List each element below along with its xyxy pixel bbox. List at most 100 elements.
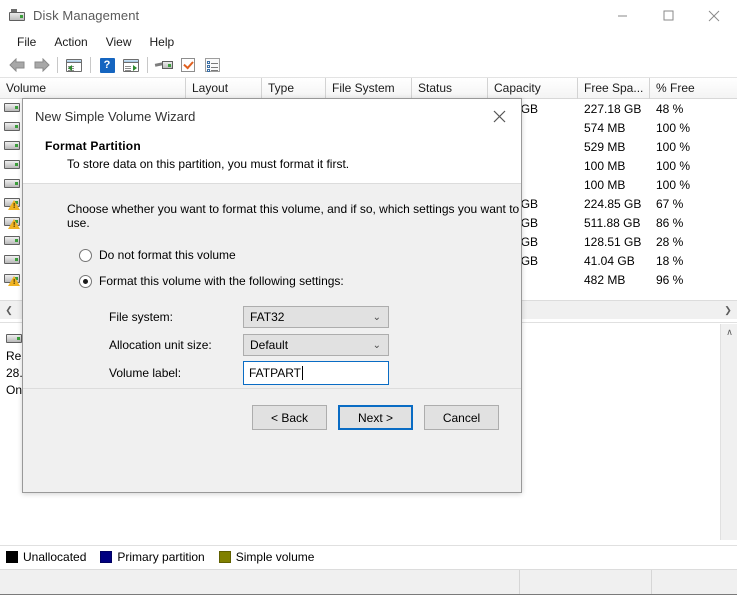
dialog-body: Choose whether you want to format this v… (23, 184, 521, 446)
vscroll-up-button[interactable]: ∧ (721, 324, 737, 341)
volume-icon (4, 255, 20, 266)
cell-free-space: 41.04 GB (578, 254, 650, 268)
column-header-layout[interactable]: Layout (186, 78, 262, 99)
legend-swatch (219, 551, 231, 563)
cell-percent-free: 100 % (650, 178, 718, 192)
cell-percent-free: 100 % (650, 121, 718, 135)
cell-free-space: 224.85 GB (578, 197, 650, 211)
radio-button-unselected-icon[interactable] (79, 249, 92, 262)
legend-item: Unallocated (6, 550, 86, 564)
minimize-button[interactable] (599, 0, 645, 31)
column-header-capacity[interactable]: Capacity (488, 78, 578, 99)
cell-free-space: 100 MB (578, 178, 650, 192)
cell-free-space: 482 MB (578, 273, 650, 287)
cell-free-space: 227.18 GB (578, 102, 650, 116)
dialog-heading: Format Partition (45, 139, 521, 153)
dialog-header: Format Partition To store data on this p… (23, 133, 521, 183)
menu-bar: File Action View Help (0, 31, 737, 53)
volume-list-header: Volume Layout Type File System Status Ca… (0, 78, 737, 99)
radio-do-not-format[interactable]: Do not format this volume (79, 248, 521, 262)
cell-percent-free: 67 % (650, 197, 718, 211)
cell-percent-free: 48 % (650, 102, 718, 116)
field-row-allocation-unit-size: Allocation unit size: Default ⌄ (109, 332, 521, 358)
options-icon[interactable] (200, 54, 224, 76)
new-simple-volume-wizard-dialog: New Simple Volume Wizard Format Partitio… (22, 98, 522, 493)
cell-percent-free: 96 % (650, 273, 718, 287)
window-title: Disk Management (33, 8, 139, 23)
status-bar-cell-tertiary (652, 570, 737, 594)
file-system-label: File system: (109, 310, 243, 324)
cancel-button[interactable]: Cancel (424, 405, 499, 430)
field-row-file-system: File system: FAT32 ⌄ (109, 304, 521, 330)
dialog-intro-text: Choose whether you want to format this v… (67, 202, 521, 230)
column-header-percent-free[interactable]: % Free (650, 78, 718, 99)
dialog-subheading: To store data on this partition, you mus… (67, 157, 521, 171)
status-bar-cell-secondary (520, 570, 652, 594)
legend-item: Primary partition (100, 550, 204, 564)
menu-item-help[interactable]: Help (141, 33, 184, 52)
column-header-volume[interactable]: Volume (0, 78, 186, 99)
disk-pane-vscrollbar[interactable]: ∧ (720, 324, 737, 540)
back-arrow-icon[interactable] (5, 54, 29, 76)
toolbar-separator (90, 57, 91, 73)
menu-item-file[interactable]: File (8, 33, 45, 52)
rescan-disks-icon[interactable] (152, 54, 176, 76)
column-header-status[interactable]: Status (412, 78, 488, 99)
legend-item: Simple volume (219, 550, 315, 564)
show-hide-console-tree-icon[interactable] (62, 54, 86, 76)
volume-icon (4, 236, 20, 247)
hscroll-left-button[interactable]: ❮ (0, 301, 18, 319)
legend-swatch (6, 551, 18, 563)
disk-management-icon (9, 8, 25, 24)
chevron-down-icon[interactable]: ⌄ (373, 313, 381, 323)
window-titlebar: Disk Management (0, 0, 737, 31)
dialog-close-icon[interactable] (477, 99, 521, 133)
menu-item-action[interactable]: Action (45, 33, 96, 52)
cell-free-space: 529 MB (578, 140, 650, 154)
volume-icon (4, 179, 20, 190)
help-icon[interactable]: ? (95, 54, 119, 76)
volume-icon (4, 160, 20, 171)
legend-label: Unallocated (23, 550, 86, 564)
volume-icon (4, 103, 20, 114)
cell-percent-free: 100 % (650, 159, 718, 173)
radio-do-not-format-label: Do not format this volume (99, 248, 236, 262)
volume-label-input[interactable]: FATPART (243, 361, 389, 385)
volume-label-value: FATPART (249, 366, 301, 380)
legend-label: Primary partition (117, 550, 204, 564)
column-header-file-system[interactable]: File System (326, 78, 412, 99)
volume-warning-icon: ! (4, 217, 20, 228)
column-header-free-space[interactable]: Free Spa... (578, 78, 650, 99)
next-button[interactable]: Next > (338, 405, 413, 430)
toolbar: ? (0, 53, 737, 78)
cell-free-space: 100 MB (578, 159, 650, 173)
column-header-type[interactable]: Type (262, 78, 326, 99)
toolbar-separator (147, 57, 148, 73)
menu-item-view[interactable]: View (97, 33, 141, 52)
show-hide-action-pane-icon[interactable] (119, 54, 143, 76)
allocation-unit-size-combobox[interactable]: Default ⌄ (243, 334, 389, 356)
allocation-unit-size-value: Default (250, 338, 288, 352)
format-settings-fields: File system: FAT32 ⌄ Allocation unit siz… (109, 304, 521, 386)
radio-format-with-settings[interactable]: Format this volume with the following se… (79, 274, 521, 288)
file-system-combobox[interactable]: FAT32 ⌄ (243, 306, 389, 328)
dialog-titlebar: New Simple Volume Wizard (23, 99, 521, 133)
legend-label: Simple volume (236, 550, 315, 564)
legend-swatch (100, 551, 112, 563)
close-button[interactable] (691, 0, 737, 31)
dialog-title: New Simple Volume Wizard (35, 109, 195, 124)
volume-icon (4, 141, 20, 152)
chevron-down-icon[interactable]: ⌄ (373, 341, 381, 351)
legend: Unallocated Primary partition Simple volum… (0, 545, 737, 567)
hscroll-right-button[interactable]: ❯ (719, 301, 737, 319)
volume-label-label: Volume label: (109, 366, 243, 380)
cell-percent-free: 18 % (650, 254, 718, 268)
disk-management-window: Disk Management File Action View Help (0, 0, 737, 595)
field-row-volume-label: Volume label: FATPART (109, 360, 521, 386)
properties-icon[interactable] (176, 54, 200, 76)
forward-arrow-icon[interactable] (29, 54, 53, 76)
radio-button-selected-icon[interactable] (79, 275, 92, 288)
toolbar-separator (57, 57, 58, 73)
back-button[interactable]: < Back (252, 405, 327, 430)
maximize-button[interactable] (645, 0, 691, 31)
